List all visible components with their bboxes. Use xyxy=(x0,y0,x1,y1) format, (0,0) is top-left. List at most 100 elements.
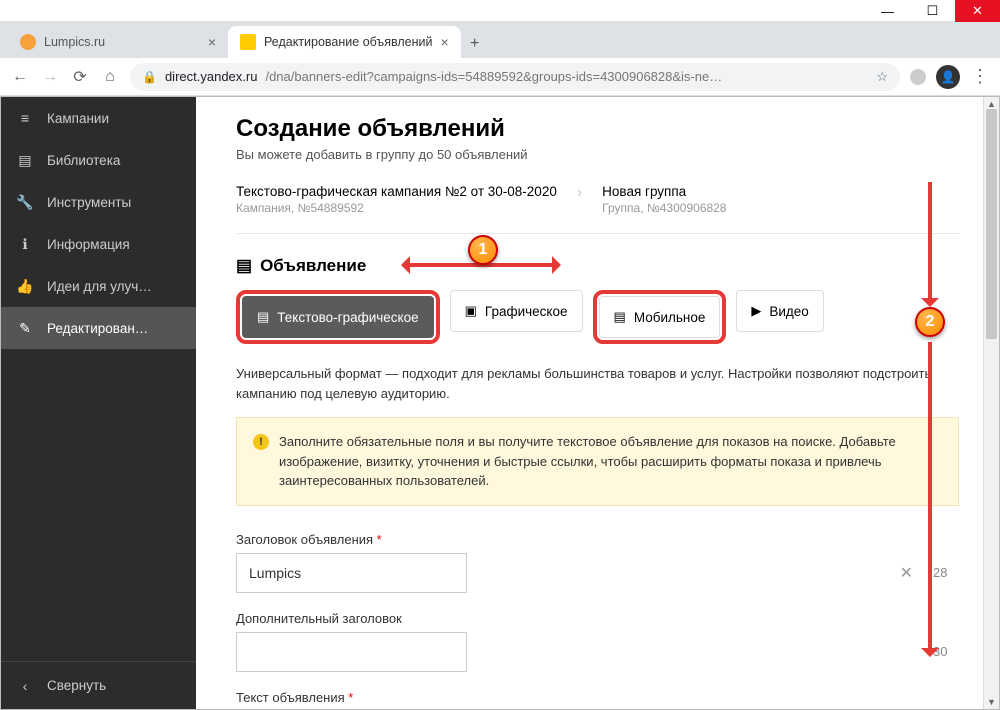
ad-type-label: Текстово-графическое xyxy=(277,310,418,325)
window-maximize-button[interactable]: ☐ xyxy=(910,0,955,22)
ad-type-mobile[interactable]: ▤ Мобильное xyxy=(599,296,721,338)
breadcrumb-item[interactable]: Текстово-графическая кампания №2 от 30-0… xyxy=(236,184,557,215)
back-button[interactable]: ← xyxy=(10,67,30,87)
browser-tab[interactable]: Lumpics.ru × xyxy=(8,26,228,58)
page-title: Создание объявлений xyxy=(236,115,959,143)
forward-button[interactable]: → xyxy=(40,67,60,87)
tab-title: Редактирование объявлений xyxy=(264,35,432,49)
ad-type-text-graphic[interactable]: ▤ Текстово-графическое xyxy=(242,296,434,338)
scrollbar-thumb[interactable] xyxy=(986,109,997,339)
breadcrumb: Текстово-графическая кампания №2 от 30-0… xyxy=(236,184,959,234)
browser-tabstrip: Lumpics.ru × Редактирование объявлений ×… xyxy=(0,22,1000,58)
field-label: Заголовок объявления * xyxy=(236,532,959,547)
image-icon: ▣ xyxy=(465,303,477,319)
main-content: Создание объявлений Вы можете добавить в… xyxy=(196,97,999,709)
thumb-up-icon: 👍 xyxy=(17,278,33,295)
ad-type-video[interactable]: ▶ Видео xyxy=(736,290,823,332)
ad-type-graphic[interactable]: ▣ Графическое xyxy=(450,290,583,332)
section-icon: ▤ xyxy=(236,256,252,276)
video-icon: ▶ xyxy=(751,303,761,319)
annotation-callout-2: 2 xyxy=(915,307,945,337)
menu-icon: ≡ xyxy=(17,110,33,126)
text-graphic-icon: ▤ xyxy=(257,309,269,325)
section-heading: ▤ Объявление xyxy=(236,256,959,276)
field-label: Текст объявления * xyxy=(236,690,959,705)
home-button[interactable]: ⌂ xyxy=(100,67,120,87)
profile-avatar[interactable]: 👤 xyxy=(936,65,960,89)
ad-type-label: Мобильное xyxy=(634,310,706,325)
annotation-arrow-vertical xyxy=(928,182,932,302)
required-mark: * xyxy=(377,532,382,547)
field-ad-title: Заголовок объявления * ✕ 28 xyxy=(236,532,959,593)
new-tab-button[interactable]: + xyxy=(461,30,489,58)
info-banner: ! Заполните обязательные поля и вы получ… xyxy=(236,417,959,506)
required-mark: * xyxy=(348,690,353,705)
library-icon: ▤ xyxy=(17,152,33,169)
clear-input-icon[interactable]: ✕ xyxy=(900,563,913,583)
breadcrumb-sub: Кампания, №54889592 xyxy=(236,201,557,215)
sidebar-collapse-button[interactable]: ‹ Свернуть xyxy=(1,661,196,709)
close-tab-icon[interactable]: × xyxy=(440,34,448,50)
sidebar-item-label: Кампании xyxy=(47,111,109,126)
sidebar-item-library[interactable]: ▤ Библиотека xyxy=(1,139,196,181)
sidebar-item-label: Инструменты xyxy=(47,195,131,210)
lock-icon: 🔒 xyxy=(142,70,157,84)
annotation-highlight: ▤ Мобильное xyxy=(593,290,727,344)
address-bar[interactable]: 🔒 direct.yandex.ru /dna/banners-edit?cam… xyxy=(130,63,900,91)
ad-title-input[interactable] xyxy=(236,553,467,593)
page-subtitle: Вы можете добавить в группу до 50 объявл… xyxy=(236,147,959,162)
sidebar-item-ideas[interactable]: 👍 Идеи для улуч… xyxy=(1,265,196,307)
tab-title: Lumpics.ru xyxy=(44,35,105,49)
sidebar-collapse-label: Свернуть xyxy=(47,678,106,693)
annotation-badge: 1 xyxy=(468,235,498,265)
sidebar: ≡ Кампании ▤ Библиотека 🔧 Инструменты ℹ … xyxy=(1,97,196,709)
annotation-highlight: ▤ Текстово-графическое xyxy=(236,290,440,344)
mobile-icon: ▤ xyxy=(614,309,626,325)
window-close-button[interactable]: ✕ xyxy=(955,0,1000,22)
sidebar-item-info[interactable]: ℹ Информация xyxy=(1,223,196,265)
bookmark-star-icon[interactable]: ☆ xyxy=(876,69,888,85)
url-host: direct.yandex.ru xyxy=(165,69,258,84)
sidebar-item-label: Информация xyxy=(47,237,130,252)
ad-type-description: Универсальный формат — подходит для рекл… xyxy=(236,364,959,403)
char-counter: 28 xyxy=(933,565,959,580)
breadcrumb-main: Текстово-графическая кампания №2 от 30-0… xyxy=(236,184,557,199)
window-minimize-button[interactable]: — xyxy=(865,0,910,22)
breadcrumb-item[interactable]: Новая группа Группа, №4300906828 xyxy=(602,184,726,215)
ad-type-label: Графическое xyxy=(485,304,568,319)
breadcrumb-sub: Группа, №4300906828 xyxy=(602,201,726,215)
field-ad-subtitle: Дополнительный заголовок 30 xyxy=(236,611,959,672)
browser-tab-active[interactable]: Редактирование объявлений × xyxy=(228,26,461,58)
breadcrumb-main: Новая группа xyxy=(602,184,726,199)
sidebar-item-campaigns[interactable]: ≡ Кампании xyxy=(1,97,196,139)
sidebar-item-tools[interactable]: 🔧 Инструменты xyxy=(1,181,196,223)
chevron-right-icon: › xyxy=(577,184,582,202)
favicon-icon xyxy=(20,34,36,50)
annotation-badge: 2 xyxy=(915,307,945,337)
annotation-arrow-vertical xyxy=(928,342,932,652)
sidebar-item-label: Редактирован… xyxy=(47,321,148,336)
ad-subtitle-input[interactable] xyxy=(236,632,467,672)
info-icon: ! xyxy=(253,434,269,450)
ad-type-selector: ▤ Текстово-графическое ▣ Графическое ▤ М… xyxy=(236,290,959,344)
sidebar-item-label: Библиотека xyxy=(47,153,120,168)
browser-menu-button[interactable]: ⋮ xyxy=(970,67,990,87)
section-title: Объявление xyxy=(260,256,366,276)
close-tab-icon[interactable]: × xyxy=(208,34,216,50)
info-icon: ℹ xyxy=(17,236,33,253)
reload-button[interactable]: ⟳ xyxy=(70,67,90,87)
vertical-scrollbar[interactable]: ▲ ▼ xyxy=(983,97,999,709)
page-viewport: ≡ Кампании ▤ Библиотека 🔧 Инструменты ℹ … xyxy=(0,96,1000,710)
extension-icon[interactable] xyxy=(910,69,926,85)
annotation-callout-1: 1 xyxy=(468,235,498,265)
field-label: Дополнительный заголовок xyxy=(236,611,959,626)
scroll-down-icon[interactable]: ▼ xyxy=(984,695,999,709)
ad-type-label: Видео xyxy=(769,304,808,319)
sidebar-item-editing[interactable]: ✎ Редактирован… xyxy=(1,307,196,349)
window-titlebar: — ☐ ✕ xyxy=(0,0,1000,22)
chevron-left-icon: ‹ xyxy=(17,678,33,694)
url-path: /dna/banners-edit?campaigns-ids=54889592… xyxy=(265,69,722,84)
browser-toolbar: ← → ⟳ ⌂ 🔒 direct.yandex.ru /dna/banners-… xyxy=(0,58,1000,96)
pencil-icon: ✎ xyxy=(17,320,33,337)
field-ad-text: Текст объявления * ✕ 44 xyxy=(236,690,959,710)
